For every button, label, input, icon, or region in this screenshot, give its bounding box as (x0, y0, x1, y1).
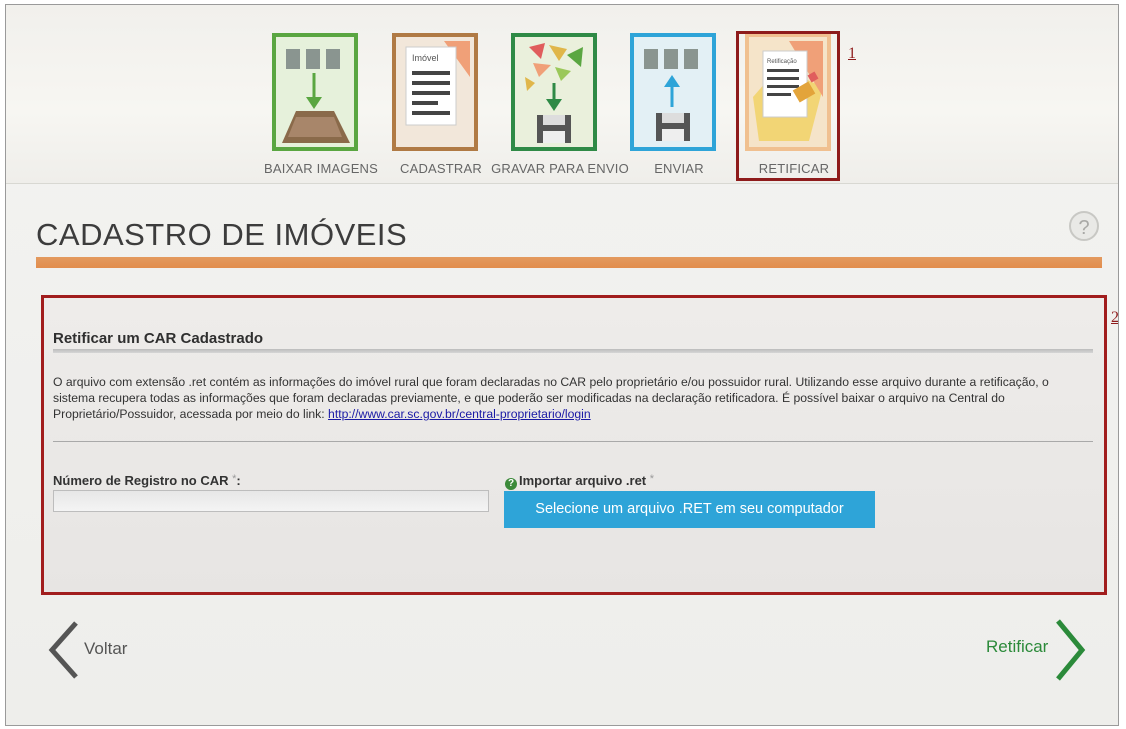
back-button[interactable]: Voltar (46, 619, 127, 681)
highlight-box-retificar (736, 31, 840, 181)
registro-car-label-text: Número de Registro no CAR (53, 473, 229, 488)
next-label: Retificar (986, 637, 1049, 656)
section-divider (53, 441, 1093, 442)
help-icon[interactable]: ? (1069, 211, 1099, 241)
import-ret-label: ? Importar arquivo .ret * (505, 473, 654, 490)
chevron-right-icon (1056, 619, 1086, 681)
registro-car-input[interactable] (53, 490, 489, 512)
register-form-icon: Imóvel (392, 33, 478, 151)
registro-car-label: Número de Registro no CAR *: (53, 473, 241, 488)
question-icon[interactable]: ? (505, 478, 517, 490)
panel-description: O arquivo com extensão .ret contém as in… (53, 374, 1093, 422)
tile-text: Imóvel (412, 53, 439, 63)
step-gravar-para-envio[interactable]: GRAVAR PARA ENVIO (491, 33, 629, 176)
import-ret-label-text: Importar arquivo .ret (519, 473, 647, 488)
label-colon: : (236, 473, 241, 488)
save-disk-icon (511, 33, 597, 151)
central-proprietario-link[interactable]: http://www.car.sc.gov.br/central-proprie… (328, 407, 591, 421)
page-title: CADASTRO DE IMÓVEIS (36, 217, 408, 252)
annotation-number-1: 1 (848, 45, 856, 62)
workflow-toolbar: BAIXAR IMAGENS Imóvel CADASTRAR GRAVAR P… (6, 5, 1118, 184)
select-ret-file-button[interactable]: Selecione um arquivo .RET em seu computa… (504, 491, 875, 528)
retificar-panel: Retificar um CAR Cadastrado O arquivo co… (41, 295, 1107, 595)
upload-icon (630, 33, 716, 151)
panel-title: Retificar um CAR Cadastrado (53, 330, 264, 347)
step-baixar-imagens[interactable]: BAIXAR IMAGENS (264, 33, 378, 176)
step-cadastrar[interactable]: Imóvel CADASTRAR (392, 33, 482, 176)
app-frame: BAIXAR IMAGENS Imóvel CADASTRAR GRAVAR P… (5, 4, 1119, 726)
back-label: Voltar (84, 639, 128, 658)
panel-title-divider (53, 349, 1093, 353)
download-images-icon (272, 33, 358, 151)
required-mark: * (649, 473, 655, 485)
annotation-number-2: 2 (1111, 309, 1119, 326)
chevron-left-icon (48, 621, 78, 679)
step-enviar[interactable]: ENVIAR (630, 33, 716, 176)
title-divider (36, 257, 1102, 268)
